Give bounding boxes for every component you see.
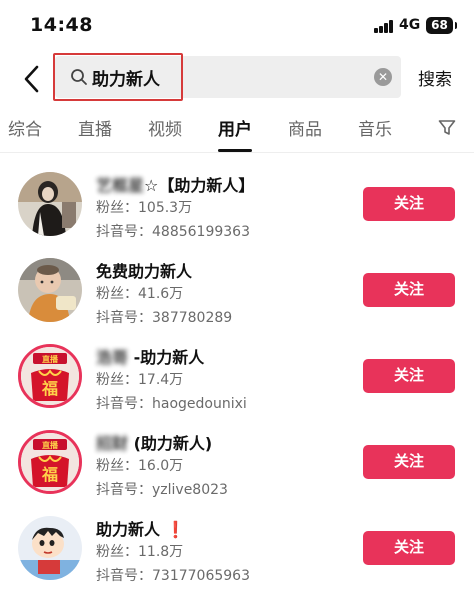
live-badge-text: 直播 [42,354,59,364]
live-avatar: 直播 福 [18,430,82,494]
back-button[interactable] [18,62,46,96]
user-name: 艺框星☆【助力新人】 [96,176,255,195]
network-label: 4G [399,17,421,33]
user-row[interactable]: 直播 福 浩哥 -助力新人 粉丝：17.4万 抖音号：haogedounixi … [0,344,474,430]
user-name: 助力新人 ❗ [96,520,186,539]
tab-users[interactable]: 用户 [218,115,252,140]
douyin-id: 抖音号：haogedounixi [96,396,247,412]
search-button[interactable]: 搜索 [418,65,452,90]
live-badge-text: 直播 [42,440,59,450]
follower-count: 粉丝：16.0万 [96,458,184,474]
user-row[interactable]: 艺框星☆【助力新人】 粉丝：105.3万 抖音号：48856199363 关注 [0,172,474,258]
follower-count: 粉丝：17.4万 [96,372,184,388]
user-row[interactable]: 直播 福 招财 (助力新人) 粉丝：16.0万 抖音号：yzlive8023 关… [0,430,474,516]
douyin-id: 抖音号：73177065963 [96,568,250,584]
user-name: 浩哥 -助力新人 [96,348,205,367]
live-avatar: 直播 福 [18,344,82,408]
douyin-id: 抖音号：yzlive8023 [96,482,228,498]
douyin-id: 抖音号：387780289 [96,310,233,326]
search-icon [71,69,87,85]
follower-count: 粉丝：11.8万 [96,544,184,560]
user-row[interactable]: 助力新人 ❗ 粉丝：11.8万 抖音号：73177065963 关注 [0,516,474,600]
follow-button[interactable]: 关注 [363,359,455,393]
battery-icon: 68 [426,17,457,34]
follower-count: 粉丝：105.3万 [96,200,193,216]
active-tab-indicator [218,149,252,152]
avatar [18,258,82,322]
follow-button[interactable]: 关注 [363,273,455,307]
follower-count: 粉丝：41.6万 [96,286,184,302]
follow-button[interactable]: 关注 [363,187,455,221]
status-time: 14:48 [30,14,93,36]
tab-music[interactable]: 音乐 [358,115,392,140]
user-name: 免费助力新人 [96,262,193,281]
filter-icon[interactable] [438,119,456,137]
status-bar: 14:48 4G 68 [0,0,474,50]
fu-character: 福 [41,379,58,398]
user-row[interactable]: 免费助力新人 粉丝：41.6万 抖音号：387780289 关注 [0,258,474,344]
tab-video[interactable]: 视频 [148,115,182,140]
clear-icon[interactable]: ✕ [374,68,392,86]
follow-button[interactable]: 关注 [363,445,455,479]
follow-button[interactable]: 关注 [363,531,455,565]
tab-bar: 综合 直播 视频 用户 商品 音乐 [0,105,474,153]
douyin-id: 抖音号：48856199363 [96,224,250,240]
signal-icon [374,20,394,33]
tab-products[interactable]: 商品 [288,115,322,140]
search-input[interactable] [92,62,362,92]
user-name: 招财 (助力新人) [96,434,213,453]
avatar [18,172,82,236]
tab-live[interactable]: 直播 [78,115,112,140]
chevron-left-icon [24,65,39,93]
fu-character: 福 [41,465,58,484]
avatar [18,516,82,580]
tab-comprehensive[interactable]: 综合 [8,115,42,140]
